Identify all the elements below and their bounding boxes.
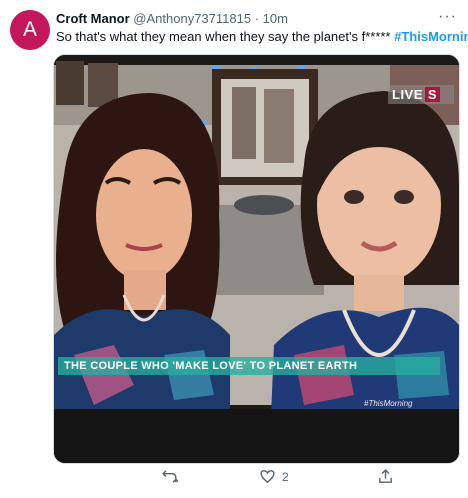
reply-button[interactable] — [161, 468, 178, 485]
avatar[interactable]: A — [10, 10, 50, 50]
user-handle[interactable]: @Anthony73711815 — [133, 11, 251, 26]
corner-hashtag: #ThisMorning — [364, 399, 413, 408]
timestamp[interactable]: 10m — [263, 11, 288, 26]
tweet-body: So that's what they mean when they say t… — [56, 29, 391, 44]
hashtag-link[interactable]: #ThisMorning — [394, 29, 468, 44]
reply-icon — [162, 470, 178, 483]
like-button[interactable]: 2 — [259, 468, 289, 485]
separator: · — [254, 11, 260, 26]
like-count: 2 — [282, 469, 289, 484]
heart-icon — [260, 470, 275, 484]
share-icon — [379, 469, 392, 483]
tweet-text: So that's what they mean when they say t… — [56, 29, 468, 44]
display-name[interactable]: Croft Manor — [56, 11, 130, 26]
video-media[interactable]: LIVE S THE COUPLE WHO 'MAKE LOVE' TO PLAN… — [53, 54, 460, 464]
share-button[interactable] — [377, 468, 394, 485]
live-suffix: S — [424, 87, 441, 102]
more-options-button[interactable]: ··· — [438, 8, 457, 26]
caption-banner: THE COUPLE WHO 'MAKE LOVE' TO PLANET EAR… — [58, 357, 440, 375]
action-bar: 2 — [53, 468, 458, 490]
tweet-header: Croft Manor @Anthony73711815 · 10m — [56, 11, 438, 26]
tweet-card[interactable]: A Croft Manor @Anthony73711815 · 10m ···… — [0, 0, 468, 498]
live-label: LIVE — [392, 87, 423, 102]
live-badge: LIVE S — [388, 85, 454, 104]
